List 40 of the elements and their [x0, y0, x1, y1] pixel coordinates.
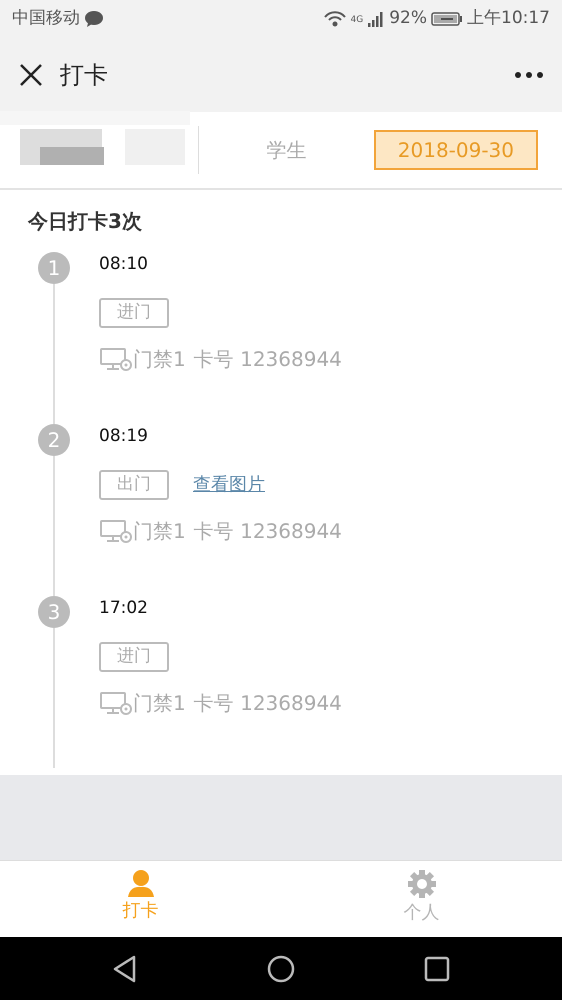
tab-button[interactable]: 打卡: [0, 861, 281, 937]
device-name: 门禁1: [133, 346, 186, 372]
punch-summary: 今日打卡3次: [26, 208, 143, 235]
device-name: 门禁1: [133, 690, 186, 716]
direction-tag: 进门: [99, 642, 169, 672]
card-number: 卡号 12368944: [194, 518, 342, 544]
terminal-icon: [99, 346, 133, 372]
date-picker[interactable]: 2018-09-30: [374, 130, 538, 170]
card-number: 卡号 12368944: [194, 346, 342, 372]
chat-icon: [84, 10, 104, 28]
step-number: 1: [38, 252, 70, 284]
close-icon[interactable]: [18, 62, 44, 88]
step-number: 2: [38, 424, 70, 456]
network-type: 4G: [350, 14, 364, 28]
direction-tag: 进门: [99, 298, 169, 328]
settings-icon: [406, 869, 436, 899]
card-number: 卡号 12368944: [194, 690, 342, 716]
punch-time: 17:02: [99, 597, 148, 620]
recents-icon[interactable]: [424, 956, 450, 982]
device-name: 门禁1: [133, 518, 186, 544]
signal-icon: [367, 10, 386, 28]
home-icon[interactable]: [266, 954, 295, 982]
back-icon[interactable]: [112, 954, 138, 982]
carrier-name: 中国移动: [12, 7, 80, 30]
clock: 上午10:17: [467, 7, 550, 30]
more-icon[interactable]: [514, 71, 544, 79]
terminal-icon: [99, 690, 133, 716]
view-image-link[interactable]: 查看图片: [193, 471, 265, 498]
punch-time: 08:10: [99, 253, 148, 276]
tab-button[interactable]: 个人: [281, 861, 562, 937]
battery-icon: [431, 11, 463, 27]
step-number: 3: [38, 596, 70, 628]
direction-tag: 出门: [99, 470, 169, 500]
wifi-icon: [322, 10, 346, 28]
terminal-icon: [99, 518, 133, 544]
role-label: 学生: [266, 138, 306, 162]
page-title: 打卡: [60, 60, 108, 91]
battery-percent: 92%: [389, 7, 427, 30]
person-icon: [126, 869, 154, 897]
punch-time: 08:19: [99, 425, 148, 448]
